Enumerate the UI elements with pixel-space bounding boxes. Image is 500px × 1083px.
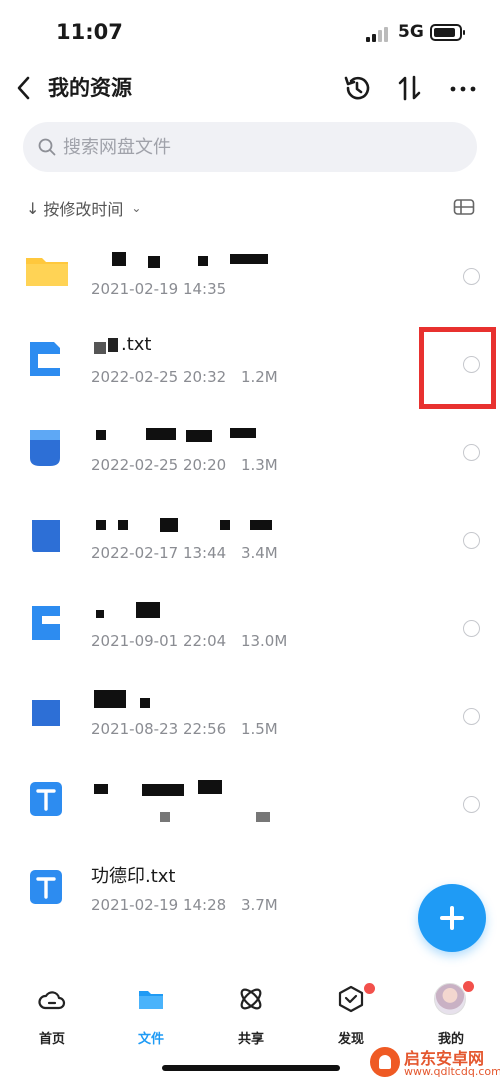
page-title: 我的资源 bbox=[48, 76, 132, 100]
file-row[interactable]: 2022-02-25 20:20 1.3M bbox=[0, 402, 500, 490]
notification-badge bbox=[364, 983, 375, 994]
file-date: 2022-02-25 20:20 bbox=[91, 456, 227, 474]
document-icon bbox=[32, 606, 60, 640]
more-dots-icon bbox=[450, 86, 476, 92]
search-box[interactable] bbox=[23, 122, 477, 172]
file-size: 13.0M bbox=[240, 632, 288, 650]
select-checkbox[interactable] bbox=[463, 708, 480, 725]
view-toggle-icon[interactable] bbox=[453, 198, 475, 216]
file-row[interactable]: 2021-08-23 22:56 1.5M bbox=[0, 666, 500, 754]
avatar bbox=[434, 983, 466, 1015]
sort-button[interactable] bbox=[394, 72, 426, 104]
discover-icon bbox=[338, 985, 364, 1013]
tab-files[interactable]: 文件 bbox=[111, 985, 191, 1047]
name-redaction bbox=[90, 684, 170, 712]
file-size: 1.2M bbox=[240, 368, 278, 386]
history-button[interactable] bbox=[341, 72, 373, 104]
file-size: 1.3M bbox=[240, 456, 278, 474]
file-meta: 2022-02-25 20:32 1.2M bbox=[91, 368, 278, 386]
notification-badge bbox=[463, 981, 474, 992]
name-redaction bbox=[90, 508, 280, 536]
file-meta: 2021-02-19 14:35 bbox=[91, 280, 236, 298]
status-time: 11:07 bbox=[56, 20, 123, 44]
name-redaction bbox=[90, 420, 280, 448]
nav-bar: 我的资源 bbox=[0, 66, 500, 110]
tab-discover[interactable]: 发现 bbox=[311, 983, 391, 1047]
file-date: 2022-02-17 13:44 bbox=[91, 544, 227, 562]
watermark-url: www.qdltcdq.com bbox=[404, 1065, 500, 1078]
file-date: 2021-08-23 22:56 bbox=[91, 720, 227, 738]
folder-icon bbox=[26, 258, 68, 286]
file-date: 2021-02-19 14:28 bbox=[91, 896, 227, 914]
file-row[interactable]: 2022-02-17 13:44 3.4M bbox=[0, 490, 500, 578]
select-checkbox[interactable] bbox=[463, 620, 480, 637]
more-button[interactable] bbox=[448, 72, 480, 104]
watermark-logo-icon bbox=[370, 1047, 400, 1077]
file-date: 2021-02-19 14:35 bbox=[91, 280, 227, 298]
select-checkbox[interactable] bbox=[463, 796, 480, 813]
select-checkbox[interactable] bbox=[463, 444, 480, 461]
atom-share-icon bbox=[240, 988, 262, 1010]
select-checkbox[interactable] bbox=[463, 532, 480, 549]
file-name: 功德印.txt bbox=[91, 866, 176, 887]
add-button[interactable] bbox=[418, 884, 486, 952]
text-file-icon bbox=[30, 870, 62, 904]
file-meta: 2022-02-25 20:20 1.3M bbox=[91, 456, 278, 474]
file-meta: 2021-08-23 22:56 1.5M bbox=[91, 720, 278, 738]
select-checkbox[interactable] bbox=[463, 268, 480, 285]
tab-label: 首页 bbox=[38, 1032, 65, 1047]
document-icon bbox=[32, 520, 60, 552]
document-icon bbox=[32, 700, 60, 726]
file-size: 1.5M bbox=[240, 720, 278, 738]
highlight-annotation bbox=[419, 327, 496, 409]
chevron-down-icon: ⌄ bbox=[131, 201, 142, 215]
file-row[interactable]: 2021-09-01 22:04 13.0M bbox=[0, 578, 500, 666]
status-bar: 11:07 5G bbox=[0, 0, 500, 66]
tab-home[interactable]: 首页 bbox=[12, 985, 92, 1047]
file-meta: 2022-02-17 13:44 3.4M bbox=[91, 544, 278, 562]
document-icon bbox=[30, 342, 60, 376]
battery-icon bbox=[430, 24, 465, 41]
file-row[interactable] bbox=[0, 754, 500, 842]
file-name: .txt bbox=[121, 334, 152, 355]
chevron-left-icon bbox=[17, 76, 30, 100]
back-button[interactable] bbox=[10, 72, 40, 104]
sort-dropdown[interactable]: ↓ 按修改时间 ⌄ bbox=[26, 196, 141, 220]
home-indicator[interactable] bbox=[162, 1065, 340, 1071]
file-meta bbox=[91, 808, 101, 826]
folder-icon bbox=[139, 991, 163, 1009]
sort-label: 按修改时间 bbox=[43, 200, 124, 219]
tab-label: 文件 bbox=[137, 1032, 164, 1047]
file-size: 3.7M bbox=[240, 896, 278, 914]
tab-share[interactable]: 共享 bbox=[211, 985, 291, 1047]
name-redaction bbox=[90, 596, 170, 624]
watermark: 启东安卓网 www.qdltcdq.com bbox=[370, 1044, 500, 1080]
file-date: 2022-02-25 20:32 bbox=[91, 368, 227, 386]
file-meta: 2021-02-19 14:28 3.7M bbox=[91, 896, 278, 914]
name-redaction bbox=[90, 772, 280, 832]
signal-icon bbox=[366, 26, 392, 42]
file-date: 2021-09-01 22:04 bbox=[91, 632, 227, 650]
cloud-home-icon bbox=[38, 991, 66, 1010]
text-file-icon bbox=[30, 782, 62, 816]
name-redaction bbox=[90, 244, 270, 272]
file-row[interactable]: 2021-02-19 14:35 bbox=[0, 226, 500, 314]
history-icon bbox=[344, 76, 370, 100]
down-arrow-icon: ↓ bbox=[26, 198, 40, 218]
tab-me[interactable]: 我的 bbox=[411, 981, 491, 1047]
file-size: 3.4M bbox=[240, 544, 278, 562]
search-input[interactable] bbox=[63, 122, 463, 172]
tab-label: 共享 bbox=[237, 1032, 264, 1047]
search-icon bbox=[38, 138, 56, 156]
file-meta: 2021-09-01 22:04 13.0M bbox=[91, 632, 287, 650]
sort-arrows-icon bbox=[398, 75, 421, 101]
document-icon bbox=[30, 430, 60, 466]
network-label: 5G bbox=[398, 22, 424, 42]
